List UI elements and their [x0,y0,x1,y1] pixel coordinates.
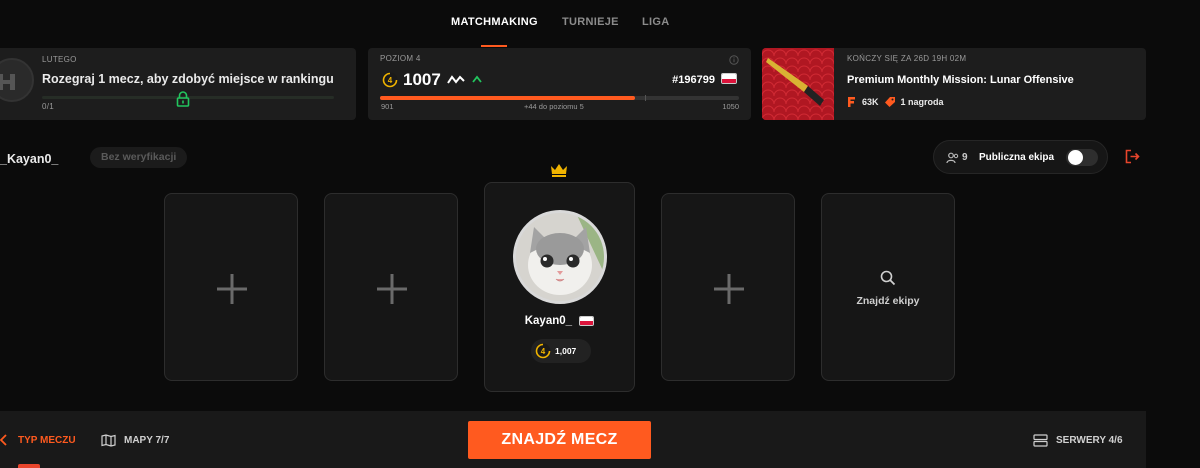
level-badge-icon: 4 [535,343,551,359]
level-label: POZIOM 4 [380,54,421,63]
elo-progress-fill [380,96,635,100]
party-members-icon [946,152,959,164]
plus-icon [377,274,407,304]
faceit-points-icon [848,97,855,107]
reward-tag-icon [884,97,895,107]
lock-icon [176,91,190,107]
level-badge-number: 4 [388,76,393,85]
bottom-tab-indicator [18,464,40,468]
level-card[interactable]: POZIOM 4 4 1007 #196799 901 +44 do pozio… [368,48,751,120]
public-party-control[interactable]: 9 Publiczna ekipa [933,140,1108,174]
poland-flag-icon [721,73,737,84]
player-elo-value: 1,007 [555,346,577,356]
party-leader-name: _Kayan0_ [0,152,59,166]
map-icon [101,434,116,447]
mission-ends-label: KOŃCZY SIĘ ZA 26D 19H 02M [847,54,967,63]
servers-label: SERWERY 4/6 [1056,435,1123,446]
player-slot[interactable]: Kayan0_ 4 1,007 [484,182,635,392]
elo-value: 1007 [403,70,441,89]
level-badge-icon: 4 [382,72,398,88]
find-team-slot[interactable]: Znajdź ekipy [821,193,955,381]
match-type-label: TYP MECZU [18,434,76,446]
server-icon [1033,434,1048,447]
ranking-card[interactable]: LUTEGO Rozegraj 1 mecz, aby zdobyć miejs… [0,48,356,120]
elo-progress-tick [645,95,646,101]
ranking-emblem-icon [0,58,34,102]
mission-title: Premium Monthly Mission: Lunar Offensive [847,74,1074,86]
tab-league[interactable]: LIGA [642,16,669,28]
empty-party-slot[interactable] [661,193,795,381]
plus-icon [217,274,247,304]
public-party-label: Publiczna ekipa [979,152,1055,163]
mission-points: 63K [862,97,879,107]
player-elo-badge: 4 1,007 [531,339,591,363]
public-party-toggle[interactable] [1066,149,1098,166]
info-icon[interactable] [729,55,739,65]
player-name: Kayan0_ [524,315,573,327]
maps-label: MAPY 7/7 [124,435,170,446]
crown-icon [551,164,567,177]
party-member-count: 9 [962,152,968,163]
ranking-period-label: LUTEGO [42,55,77,64]
player-level-number: 4 [541,347,546,356]
mission-reward: 1 nagroda [900,97,944,107]
player-avatar[interactable] [513,210,607,304]
active-tab-indicator [481,45,507,47]
poland-flag-icon [579,315,595,326]
verification-badge: Bez weryfikacji [90,147,188,168]
player-name-row: Kayan0_ [485,315,634,327]
mission-card[interactable]: KOŃCZY SIĘ ZA 26D 19H 02M Premium Monthl… [762,48,1146,120]
matchmaking-bottom-bar: TYP MECZU MAPY 7/7 ZNAJDŹ MECZ SERWERY 4… [0,411,1146,468]
elo-trend-icon [447,75,465,84]
match-type-icon [0,434,7,446]
match-type-button[interactable]: TYP MECZU [0,434,76,446]
empty-party-slot[interactable] [324,193,458,381]
cat-avatar-image [516,213,604,301]
leave-party-icon[interactable] [1125,149,1140,164]
mission-meta: 63K 1 nagroda [847,97,944,107]
tab-matchmaking[interactable]: MATCHMAKING [451,16,538,28]
find-match-button[interactable]: ZNAJDŹ MECZ [468,421,651,459]
servers-button[interactable]: SERWERY 4/6 [1033,434,1123,447]
empty-party-slot[interactable] [164,193,298,381]
find-team-label: Znajdź ekipy [856,295,920,307]
mission-knife-image [762,48,834,120]
plus-icon [714,274,744,304]
ranking-progress-text: 0/1 [42,102,55,111]
tab-tournaments[interactable]: TURNIEJE [562,16,619,28]
elo-max-label: 1050 [722,102,739,111]
chevron-up-icon [472,75,482,83]
search-icon [880,270,896,286]
elo-to-next-label: +44 do poziomu 5 [524,102,584,111]
top-nav: MATCHMAKING TURNIEJE LIGA [0,0,1200,47]
ranking-prompt-text: Rozegraj 1 mecz, aby zdobyć miejsce w ra… [42,72,334,86]
maps-button[interactable]: MAPY 7/7 [101,434,169,447]
elo-progress-bar [380,95,739,101]
elo-min-label: 901 [381,102,394,111]
ranking-position: #196799 [672,74,715,86]
